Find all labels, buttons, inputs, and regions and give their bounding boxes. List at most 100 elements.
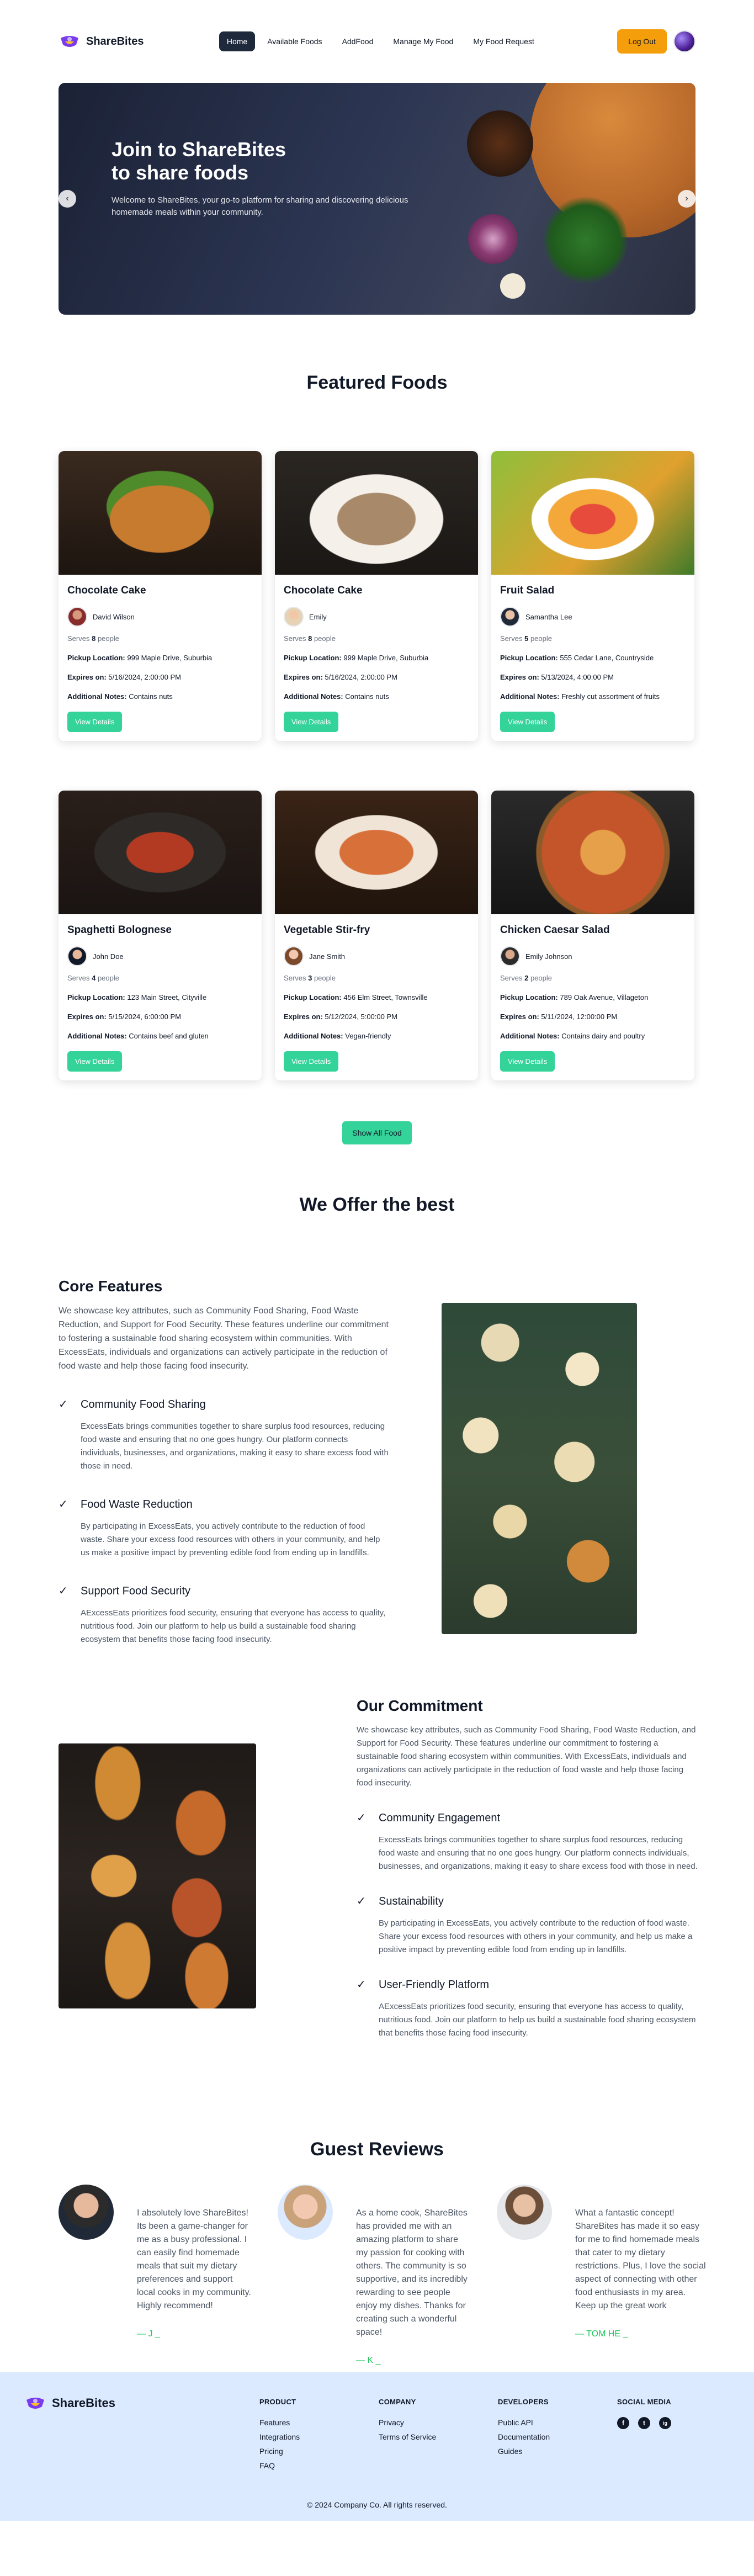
expires-label: Expires on: — [67, 673, 107, 681]
pickup-label: Pickup Location: — [67, 993, 125, 1001]
hero-onion — [468, 214, 518, 264]
view-details-button[interactable]: View Details — [284, 1051, 339, 1072]
food-card: Fruit Salad Samantha Lee Serves 5 people… — [491, 451, 694, 741]
pickup-location: Pickup Location: 555 Cedar Lane, Country… — [500, 654, 686, 662]
show-all-food-button[interactable]: Show All Food — [342, 1121, 412, 1144]
nav-link-available-foods[interactable]: Available Foods — [259, 31, 330, 51]
donor: David Wilson — [67, 607, 253, 627]
feature-item-text: AExcessEats prioritizes food security, e… — [379, 2002, 696, 2038]
food-image — [275, 791, 478, 914]
review-text: What a fantastic concept! ShareBites has… — [575, 2208, 706, 2310]
pickup-value: 123 Main Street, Cityville — [127, 993, 207, 1001]
additional-notes: Additional Notes: Contains beef and glut… — [67, 1032, 253, 1040]
footer-link-public-api[interactable]: Public API — [498, 2418, 550, 2427]
serves-suffix: people — [97, 634, 119, 643]
feature-item-text: By participating in ExcessEats, you acti… — [81, 1522, 380, 1557]
footer-brand-name: ShareBites — [52, 2396, 115, 2410]
facebook-icon[interactable]: f — [617, 2417, 629, 2429]
food-card-body: Chicken Caesar Salad Emily Johnson Serve… — [491, 914, 694, 1080]
commitment-intro: We showcase key attributes, such as Comm… — [357, 1725, 696, 1788]
brand[interactable]: ShareBites — [59, 33, 144, 50]
guest-reviews: I absolutely love ShareBites! Its been a… — [0, 2185, 754, 2372]
expires-label: Expires on: — [500, 673, 539, 681]
carousel-next-icon[interactable]: › — [678, 190, 695, 208]
pickup-location: Pickup Location: 999 Maple Drive, Suburb… — [67, 654, 253, 662]
expires-value: 5/12/2024, 5:00:00 PM — [325, 1013, 397, 1021]
notes-label: Additional Notes: — [500, 692, 560, 701]
featured-foods-title: Featured Foods — [306, 372, 448, 393]
nav-link-my-food-request[interactable]: My Food Request — [465, 31, 542, 51]
footer-col-developers: DEVELOPERS Public API Documentation Guid… — [498, 2398, 550, 2456]
user-avatar[interactable] — [673, 30, 695, 52]
reviewer-avatar — [278, 2185, 333, 2240]
feature-item-text: AExcessEats prioritizes food security, e… — [81, 1608, 386, 1644]
footer-link-terms[interactable]: Terms of Service — [379, 2432, 436, 2441]
serves-prefix: Serves — [284, 634, 306, 643]
feature-item: ✓ Support Food Security AExcessEats prio… — [59, 1585, 390, 1646]
logout-button[interactable]: Log Out — [617, 29, 667, 54]
show-all-wrap: Show All Food — [59, 1121, 695, 1144]
footer-link-privacy[interactable]: Privacy — [379, 2418, 436, 2427]
notes-label: Additional Notes: — [500, 1032, 560, 1040]
pickup-location: Pickup Location: 789 Oak Avenue, Village… — [500, 993, 686, 1001]
pickup-location: Pickup Location: 999 Maple Drive, Suburb… — [284, 654, 469, 662]
expires-value: 5/15/2024, 6:00:00 PM — [108, 1013, 181, 1021]
footer-brand[interactable]: ShareBites — [24, 2394, 115, 2412]
check-icon: ✓ — [357, 1812, 366, 1824]
footer-link-documentation[interactable]: Documentation — [498, 2432, 550, 2441]
social-icons: f t ig — [617, 2417, 671, 2429]
footer-link-guides[interactable]: Guides — [498, 2447, 550, 2456]
donor-name: Emily — [309, 612, 327, 621]
notes-value: Freshly cut assortment of fruits — [561, 692, 660, 701]
feature-item-title: Community Food Sharing — [81, 1398, 206, 1411]
notes-value: Contains nuts — [129, 692, 173, 701]
view-details-button[interactable]: View Details — [500, 1051, 555, 1072]
donor-avatar — [67, 946, 87, 966]
feature-item: ✓ Community Food Sharing ExcessEats brin… — [59, 1398, 390, 1473]
footer-col-social: SOCIAL MEDIA f t ig — [617, 2398, 671, 2429]
footer-link-faq[interactable]: FAQ — [259, 2461, 300, 2470]
donor-name: David Wilson — [93, 612, 135, 621]
feature-item: ✓ User-Friendly Platform AExcessEats pri… — [357, 1979, 701, 2040]
view-details-button[interactable]: View Details — [500, 712, 555, 732]
core-features-image-wrap — [442, 1303, 637, 1634]
brand-name: ShareBites — [86, 35, 144, 47]
feature-item: ✓ Food Waste Reduction By participating … — [59, 1498, 390, 1560]
twitter-icon[interactable]: t — [638, 2417, 650, 2429]
carousel-prev-icon[interactable]: ‹ — [59, 190, 76, 208]
notes-value: Contains dairy and poultry — [561, 1032, 645, 1040]
pickup-label: Pickup Location: — [284, 654, 342, 662]
pickup-value: 555 Cedar Lane, Countryside — [560, 654, 654, 662]
additional-notes: Additional Notes: Contains dairy and pou… — [500, 1032, 686, 1040]
view-details-button[interactable]: View Details — [67, 712, 123, 732]
check-icon: ✓ — [59, 1498, 68, 1510]
view-details-button[interactable]: View Details — [67, 1051, 123, 1072]
nav-link-home[interactable]: Home — [219, 31, 256, 51]
feature-item-title: Community Engagement — [379, 1812, 501, 1824]
commitment-text: Our Commitment We showcase key attribute… — [357, 1697, 701, 2040]
serves-count: 4 — [92, 974, 96, 982]
serves-prefix: Serves — [500, 974, 523, 982]
donor: Samantha Lee — [500, 607, 686, 627]
serves-prefix: Serves — [67, 634, 90, 643]
hero-title: Join to ShareBites to share foods — [111, 138, 421, 184]
footer: ShareBites PRODUCT Features Integrations… — [0, 2372, 754, 2521]
food-serves: Serves 3 people — [284, 974, 469, 982]
food-card-body: Chocolate Cake Emily Serves 8 people Pic… — [275, 575, 478, 741]
feature-item-text: ExcessEats brings communities together t… — [379, 1835, 698, 1871]
instagram-icon[interactable]: ig — [659, 2417, 671, 2429]
nav-link-add-food[interactable]: AddFood — [334, 31, 381, 51]
nav-link-manage-my-food[interactable]: Manage My Food — [385, 31, 461, 51]
footer-link-features[interactable]: Features — [259, 2418, 300, 2427]
footer-link-pricing[interactable]: Pricing — [259, 2447, 300, 2456]
additional-notes: Additional Notes: Freshly cut assortment… — [500, 692, 686, 701]
serves-prefix: Serves — [500, 634, 523, 643]
serves-suffix: people — [530, 974, 552, 982]
food-name: Chocolate Cake — [67, 585, 146, 596]
food-card: Spaghetti Bolognese John Doe Serves 4 pe… — [59, 791, 262, 1080]
view-details-button[interactable]: View Details — [284, 712, 339, 732]
footer-link-integrations[interactable]: Integrations — [259, 2432, 300, 2441]
food-image — [59, 451, 262, 575]
review-signature: — J _ — [137, 2329, 160, 2339]
expires-on: Expires on: 5/16/2024, 2:00:00 PM — [67, 673, 253, 681]
